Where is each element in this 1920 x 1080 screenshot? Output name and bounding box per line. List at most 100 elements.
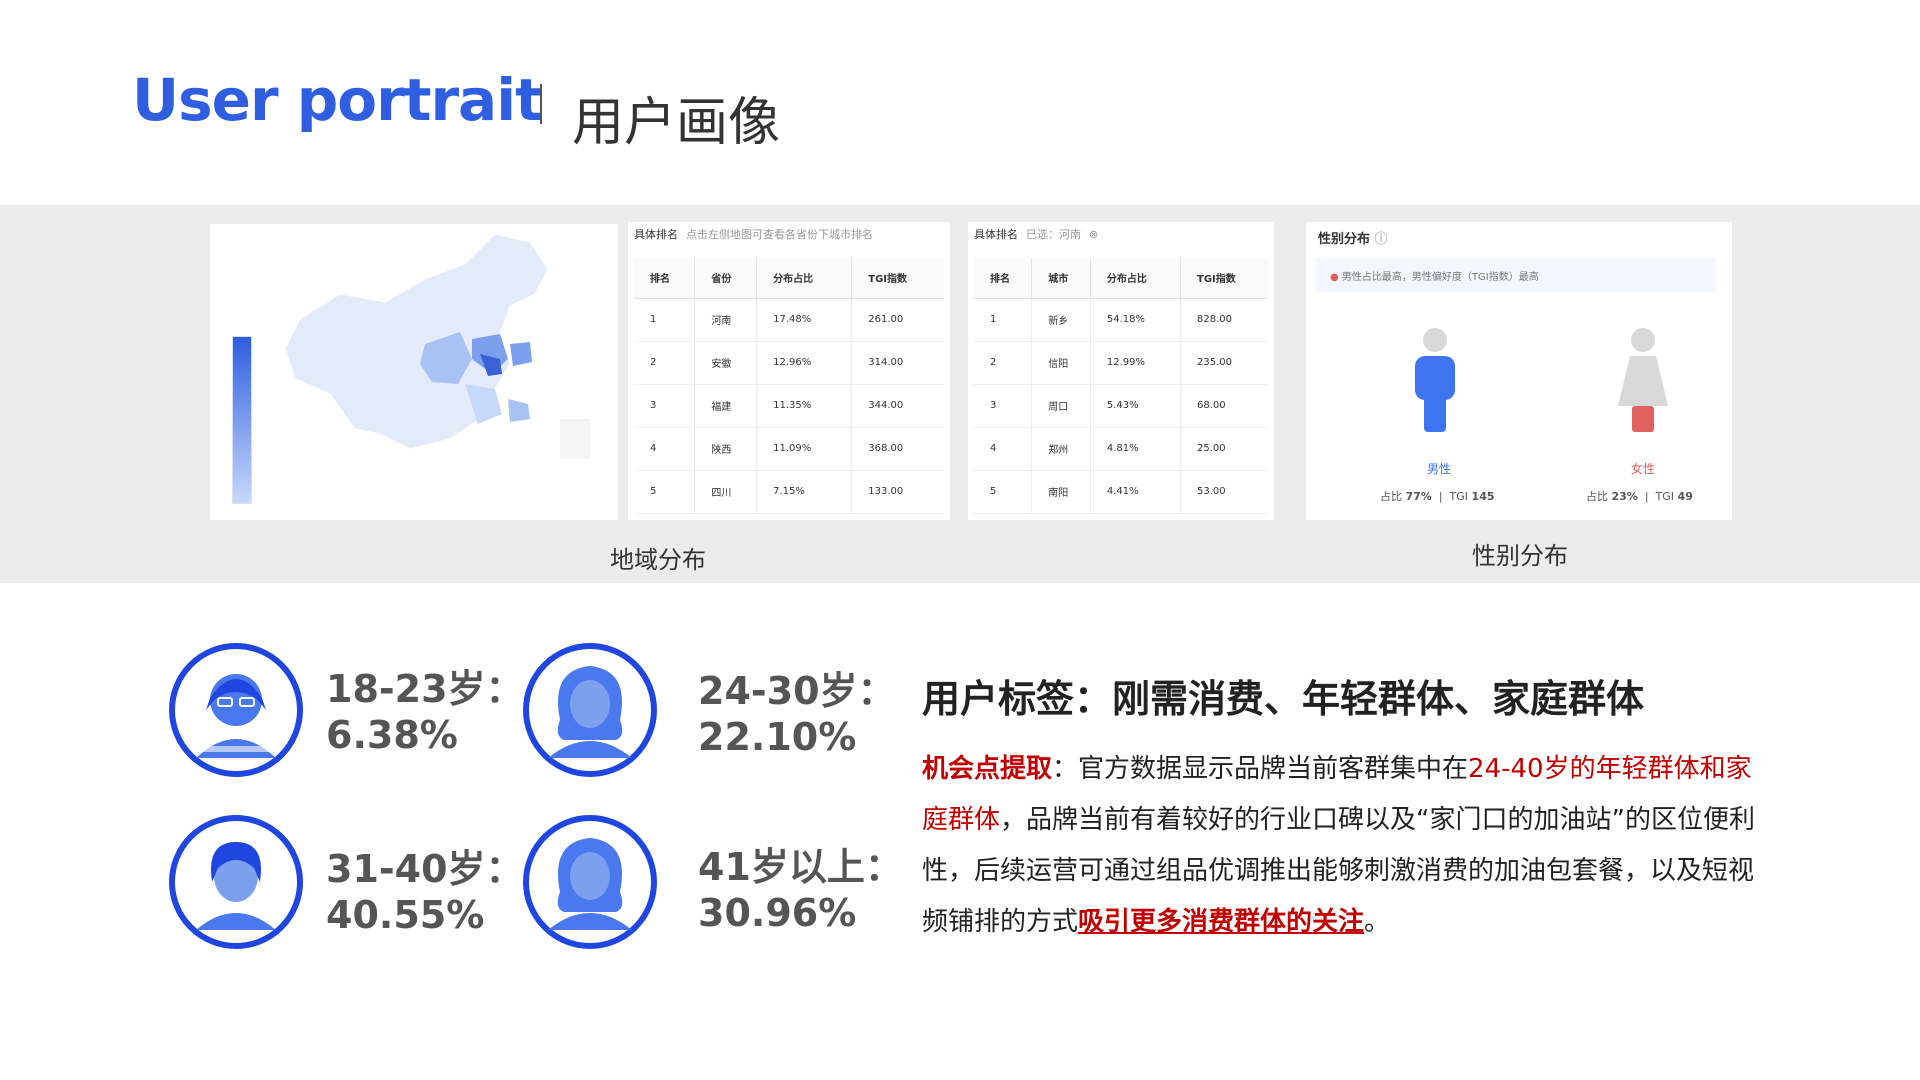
gender-note: ● 男性占比最高，男性偏好度（TGI指数）最高 bbox=[1316, 258, 1716, 292]
gender-panel-title: 性别分布 ⓘ bbox=[1318, 232, 1388, 247]
age-group-31-40: 31-40岁： 40.55% bbox=[326, 846, 524, 938]
city-table-filter: 已选：河南 bbox=[1026, 228, 1081, 241]
table-cell: 235.00 bbox=[1180, 341, 1268, 385]
table-cell: 5.43% bbox=[1090, 384, 1182, 428]
female-tgi: 49 bbox=[1677, 490, 1693, 503]
column-header: 分布占比 bbox=[1090, 258, 1182, 299]
woman-curly-hair-icon bbox=[523, 643, 657, 777]
region-caption: 地域分布 bbox=[610, 546, 706, 574]
province-table-heading: 具体排名 bbox=[634, 228, 678, 241]
table-cell: 368.00 bbox=[851, 427, 944, 471]
table-cell: 3 bbox=[974, 384, 1033, 428]
male-tgi: 145 bbox=[1471, 490, 1495, 503]
male-share: 77% bbox=[1405, 490, 1432, 503]
table-row: 1 新乡 54.18% 828.00 bbox=[974, 298, 1268, 342]
table-cell: 安徽 bbox=[694, 341, 758, 385]
table-row: 2 安徽 12.96% 314.00 bbox=[634, 341, 944, 385]
table-cell: 福建 bbox=[694, 384, 758, 428]
province-rank-table: 排名 省份 分布占比 TGI指数 1 河南 17.48% 261.00 2 安徽 12.9… bbox=[634, 258, 944, 514]
table-cell: 314.00 bbox=[851, 341, 944, 385]
table-cell: 5 bbox=[634, 470, 696, 514]
table-row: 1 河南 17.48% 261.00 bbox=[634, 298, 944, 342]
table-row: 4 陕西 11.09% 368.00 bbox=[634, 427, 944, 471]
table-row: 3 周口 5.43% 68.00 bbox=[974, 384, 1268, 428]
table-row: 3 福建 11.35% 344.00 bbox=[634, 384, 944, 428]
table-row: 2 信阳 12.99% 235.00 bbox=[974, 341, 1268, 385]
title-divider bbox=[540, 84, 542, 124]
city-rank-panel: 具体排名 已选：河南 ⊗ 排名 城市 分布占比 TGI指数 1 新乡 54.18% 828… bbox=[968, 222, 1274, 520]
table-cell: 2 bbox=[974, 341, 1033, 385]
user-tags-title: 用户标签：刚需消费、年轻群体、家庭群体 bbox=[922, 677, 1645, 721]
woman-glasses-icon bbox=[169, 643, 303, 777]
age-group-18-23: 18-23岁： 6.38% bbox=[326, 666, 524, 758]
table-cell: 828.00 bbox=[1180, 298, 1268, 342]
table-cell: 郑州 bbox=[1031, 427, 1091, 471]
table-cell: 4 bbox=[974, 427, 1033, 471]
female-figure-icon bbox=[1618, 328, 1668, 432]
woman-short-hair-icon bbox=[169, 815, 303, 949]
age-range: 31-40岁： bbox=[326, 847, 524, 891]
table-cell: 7.15% bbox=[756, 470, 853, 514]
table-cell: 南阳 bbox=[1031, 470, 1091, 514]
close-icon: ⊗ bbox=[1089, 228, 1099, 241]
table-cell: 68.00 bbox=[1180, 384, 1268, 428]
age-percent: 30.96% bbox=[698, 891, 857, 935]
table-cell: 四川 bbox=[694, 470, 758, 514]
table-row: 5 南阳 4.41% 53.00 bbox=[974, 470, 1268, 514]
table-cell: 周口 bbox=[1031, 384, 1091, 428]
male-stats: 占比 77% | TGI 145 bbox=[1380, 490, 1495, 503]
table-cell: 53.00 bbox=[1180, 470, 1268, 514]
city-table-heading: 具体排名 bbox=[974, 228, 1018, 241]
age-percent: 6.38% bbox=[326, 713, 458, 757]
table-cell: 3 bbox=[634, 384, 696, 428]
table-cell: 新乡 bbox=[1031, 298, 1091, 342]
table-cell: 54.18% bbox=[1090, 298, 1182, 342]
table-cell: 陕西 bbox=[694, 427, 758, 471]
table-cell: 河南 bbox=[694, 298, 758, 342]
table-cell: 2 bbox=[634, 341, 696, 385]
location-pin-icon: ● bbox=[1330, 272, 1339, 283]
province-rank-panel: 具体排名 点击左侧地图可查看各省份下城市排名 排名 省份 分布占比 TGI指数 1… bbox=[628, 222, 950, 520]
age-range: 24-30岁： bbox=[698, 669, 896, 713]
table-cell: 344.00 bbox=[851, 384, 944, 428]
help-icon: ⓘ bbox=[1374, 232, 1388, 247]
table-cell: 25.00 bbox=[1180, 427, 1268, 471]
age-group-41-plus: 41岁以上： 30.96% bbox=[698, 844, 903, 936]
table-cell: 12.96% bbox=[756, 341, 853, 385]
page-title-en: User portrait bbox=[132, 66, 543, 134]
male-figure-icon bbox=[1415, 328, 1455, 432]
table-cell: 4 bbox=[634, 427, 696, 471]
female-share: 23% bbox=[1611, 490, 1638, 503]
table-cell: 11.35% bbox=[756, 384, 853, 428]
column-header: 排名 bbox=[634, 258, 696, 299]
table-cell: 信阳 bbox=[1031, 341, 1091, 385]
table-cell: 1 bbox=[974, 298, 1033, 342]
table-row: 5 四川 7.15% 133.00 bbox=[634, 470, 944, 514]
table-cell: 261.00 bbox=[851, 298, 944, 342]
age-percent: 22.10% bbox=[698, 715, 857, 759]
female-stats: 占比 23% | TGI 49 bbox=[1586, 490, 1693, 503]
city-rank-table: 排名 城市 分布占比 TGI指数 1 新乡 54.18% 828.00 2 信阳 12.9… bbox=[974, 258, 1268, 514]
table-cell: 17.48% bbox=[756, 298, 853, 342]
male-label: 男性 bbox=[1427, 462, 1452, 476]
table-row: 4 郑州 4.81% 25.00 bbox=[974, 427, 1268, 471]
age-range: 41岁以上： bbox=[698, 845, 903, 889]
opportunity-lead: 机会点提取 bbox=[922, 754, 1053, 784]
column-header: 省份 bbox=[694, 258, 758, 299]
female-label: 女性 bbox=[1631, 462, 1656, 476]
table-cell: 11.09% bbox=[756, 427, 853, 471]
map-color-legend bbox=[232, 336, 252, 504]
table-cell: 133.00 bbox=[851, 470, 944, 514]
province-table-hint: 点击左侧地图可查看各省份下城市排名 bbox=[686, 228, 873, 241]
page-title-cn: 用户画像 bbox=[572, 93, 781, 153]
column-header: TGI指数 bbox=[851, 258, 944, 299]
column-header: 城市 bbox=[1031, 258, 1091, 299]
region-map-panel bbox=[210, 224, 618, 520]
table-cell: 4.81% bbox=[1090, 427, 1182, 471]
age-range: 18-23岁： bbox=[326, 667, 524, 711]
column-header: TGI指数 bbox=[1180, 258, 1268, 299]
table-cell: 1 bbox=[634, 298, 696, 342]
column-header: 分布占比 bbox=[756, 258, 853, 299]
attract-consumers-highlight: 吸引更多消费群体的关注 bbox=[1078, 907, 1365, 937]
age-percent: 40.55% bbox=[326, 893, 485, 937]
